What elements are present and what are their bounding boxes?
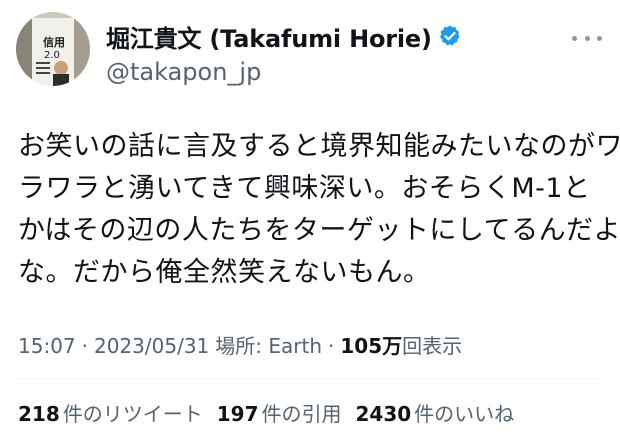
retweets-label: 件のリツイート (62, 402, 203, 426)
display-name-row: 堀江貴文 (Takafumi Horie) (106, 18, 462, 54)
likes-stat[interactable]: 2430 件のいいね (356, 398, 515, 427)
svg-text:信用: 信用 (43, 35, 65, 49)
tweet-time[interactable]: 15:07 (18, 334, 76, 358)
tweet-text-line: かはその辺の人たちをターゲットにしてるんだよ (18, 215, 620, 246)
tweet-detail: 信用 2.0 堀江貴文 (Takafumi Horie) @takapon_jp… (0, 0, 620, 446)
more-dot (597, 35, 602, 41)
tweet-location: 場所: Earth (215, 334, 323, 358)
author-handle[interactable]: @takapon_jp (106, 58, 462, 86)
author-identity: 堀江貴文 (Takafumi Horie) @takapon_jp (106, 18, 462, 86)
avatar[interactable]: 信用 2.0 (16, 12, 90, 86)
view-count[interactable]: 105万 (340, 330, 402, 359)
engagement-stats: 218 件のリツイート 197 件の引用 2430 件のいいね (18, 398, 528, 427)
quotes-stat[interactable]: 197 件の引用 (217, 398, 342, 427)
meta-separator: · (328, 334, 335, 358)
tweet-text-line: ラワラと湧いてきて興味深い。おそらくM-1と (18, 173, 591, 204)
tweet-text-line: な。だから俺全然笑えないもん。 (18, 257, 431, 288)
tweet-text-line: お笑いの話に言及すると境界知能みたいなのがワ (18, 131, 620, 162)
view-count-label: 回表示 (402, 334, 463, 358)
likes-label: 件のいいね (414, 402, 515, 426)
tweet-meta: 15:07 · 2023/05/31 場所: Earth · 105万 回表示 (18, 330, 462, 359)
verified-badge-icon (438, 24, 462, 48)
retweets-count: 218 (18, 402, 60, 426)
more-dot (584, 35, 590, 41)
tweet-date[interactable]: 2023/05/31 (94, 334, 209, 358)
retweets-stat[interactable]: 218 件のリツイート (18, 398, 203, 427)
tweet-header: 信用 2.0 堀江貴文 (Takafumi Horie) @takapon_jp (16, 6, 606, 90)
divider (18, 378, 602, 379)
tweet-text: お笑いの話に言及すると境界知能みたいなのがワ ラワラと湧いてきて興味深い。おそら… (18, 126, 620, 294)
meta-separator: · (81, 334, 88, 358)
more-dot (572, 35, 577, 41)
likes-count: 2430 (355, 402, 412, 426)
quotes-label: 件の引用 (261, 402, 342, 426)
more-options-icon[interactable] (572, 28, 602, 48)
quotes-count: 197 (216, 402, 259, 426)
svg-text:2.0: 2.0 (44, 50, 60, 61)
display-name[interactable]: 堀江貴文 (Takafumi Horie) (106, 19, 432, 54)
